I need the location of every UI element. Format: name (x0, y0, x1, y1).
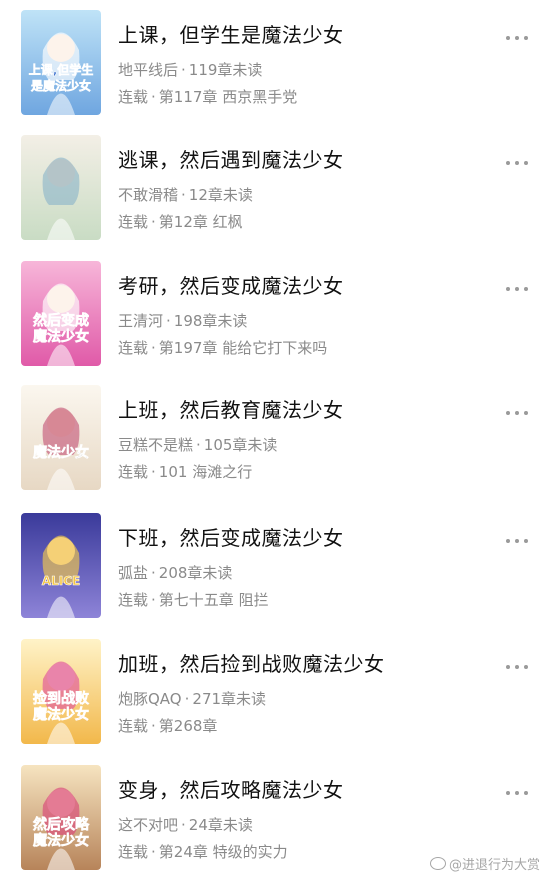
book-status-line: 连载 · 101 海滩之行 (118, 462, 252, 482)
book-meta: 豆糕不是糕 · 105章未读 (118, 435, 277, 455)
book-list-item[interactable]: 然后攻略 魔法少女 变身，然后攻略魔法少女 这不对吧 · 24章未读 连载 · 第24章 特级… (0, 765, 550, 893)
book-meta: 弧盐 · 208章未读 (118, 563, 232, 583)
more-options-icon[interactable] (502, 281, 534, 297)
book-cover[interactable]: 然后变成 魔法少女 (21, 261, 101, 366)
separator-dot: · (181, 186, 186, 204)
svg-text:魔法少女: 魔法少女 (33, 832, 89, 849)
svg-text:魔法少女: 魔法少女 (33, 444, 89, 461)
serial-status: 连载 (118, 717, 149, 735)
book-title[interactable]: 考研，然后变成魔法少女 (118, 273, 344, 299)
book-list-item[interactable]: 逃课，然后遇到魔法少女 不敢滑稽 · 12章未读 连载 · 第12章 红枫 (0, 135, 550, 263)
latest-chapter: 第117章 西京黑手党 (158, 88, 298, 106)
book-title[interactable]: 变身，然后攻略魔法少女 (118, 777, 344, 803)
separator-dot: · (151, 564, 156, 582)
more-options-icon[interactable] (502, 659, 534, 675)
serial-status: 连载 (118, 88, 149, 106)
more-options-icon[interactable] (502, 30, 534, 46)
book-meta: 炮豚QAQ · 271章未读 (118, 689, 266, 709)
book-author: 豆糕不是糕 (118, 436, 194, 454)
latest-chapter: 第24章 特级的实力 (158, 843, 288, 861)
svg-text:捡到战败: 捡到战败 (33, 690, 90, 707)
separator-dot: · (184, 690, 190, 708)
latest-chapter: 第197章 能给它打下来吗 (158, 339, 328, 357)
book-status-line: 连载 · 第268章 (118, 716, 217, 736)
serial-status: 连载 (118, 843, 149, 861)
book-cover[interactable]: 上课,但学生 是魔法少女 (21, 10, 101, 115)
svg-text:ALICE: ALICE (42, 574, 80, 588)
book-list-item[interactable]: 魔法少女 上班，然后教育魔法少女 豆糕不是糕 · 105章未读 连载 · 101 海滩之行 (0, 385, 550, 513)
weibo-icon (429, 857, 446, 870)
book-author: 炮豚QAQ (118, 690, 182, 708)
serial-status: 连载 (118, 339, 149, 357)
book-author: 这不对吧 (118, 816, 179, 834)
book-author: 弧盐 (118, 564, 149, 582)
unread-count: 12章未读 (188, 186, 253, 204)
book-list-item[interactable]: 上课,但学生 是魔法少女 上课，但学生是魔法少女 地平线后 · 119章未读 连载 · 第11… (0, 10, 550, 138)
unread-count: 198章未读 (173, 312, 248, 330)
serial-status: 连载 (118, 591, 149, 609)
separator-dot: · (151, 591, 156, 609)
more-options-icon[interactable] (502, 405, 534, 421)
svg-text:上课,但学生: 上课,但学生 (29, 62, 94, 77)
separator-dot: · (151, 213, 156, 231)
book-status-line: 连载 · 第24章 特级的实力 (118, 842, 288, 862)
book-status-line: 连载 · 第七十五章 阻拦 (118, 590, 269, 610)
book-status-line: 连载 · 第12章 红枫 (118, 212, 243, 232)
watermark: @进退行为大赏 (429, 854, 540, 873)
unread-count: 208章未读 (158, 564, 233, 582)
unread-count: 105章未读 (203, 436, 278, 454)
separator-dot: · (166, 312, 171, 330)
book-title[interactable]: 加班，然后捡到战败魔法少女 (118, 651, 385, 677)
book-meta: 不敢滑稽 · 12章未读 (118, 185, 253, 205)
book-cover[interactable]: 捡到战败 魔法少女 (21, 639, 101, 744)
book-cover[interactable]: 魔法少女 (21, 385, 101, 490)
book-cover[interactable]: 然后攻略 魔法少女 (21, 765, 101, 870)
separator-dot: · (151, 339, 156, 357)
latest-chapter: 第12章 红枫 (158, 213, 243, 231)
book-cover[interactable] (21, 135, 101, 240)
book-author: 不敢滑稽 (118, 186, 179, 204)
book-status-line: 连载 · 第117章 西京黑手党 (118, 87, 297, 107)
book-meta: 王清河 · 198章未读 (118, 311, 247, 331)
book-list-item[interactable]: 捡到战败 魔法少女 加班，然后捡到战败魔法少女 炮豚QAQ · 271章未读 连载 · 第26… (0, 639, 550, 767)
separator-dot: · (151, 463, 156, 481)
latest-chapter: 第268章 (158, 717, 218, 735)
book-cover[interactable]: ALICE (21, 513, 101, 618)
watermark-text: @进退行为大赏 (448, 858, 540, 873)
separator-dot: · (196, 436, 201, 454)
more-options-icon[interactable] (502, 155, 534, 171)
book-title[interactable]: 上班，然后教育魔法少女 (118, 397, 344, 423)
book-author: 地平线后 (118, 61, 179, 79)
book-title[interactable]: 逃课，然后遇到魔法少女 (118, 147, 344, 173)
unread-count: 271章未读 (192, 690, 267, 708)
latest-chapter: 101 海滩之行 (158, 463, 253, 481)
book-list-item[interactable]: ALICE 下班，然后变成魔法少女 弧盐 · 208章未读 连载 · 第七十五章 阻拦 (0, 513, 550, 641)
unread-count: 119章未读 (188, 61, 263, 79)
separator-dot: · (151, 88, 156, 106)
book-meta: 这不对吧 · 24章未读 (118, 815, 253, 835)
book-author: 王清河 (118, 312, 164, 330)
book-list-item[interactable]: 然后变成 魔法少女 考研，然后变成魔法少女 王清河 · 198章未读 连载 · 第197章 能… (0, 261, 550, 389)
svg-text:然后攻略: 然后攻略 (33, 816, 90, 833)
separator-dot: · (181, 61, 186, 79)
more-options-icon[interactable] (502, 533, 534, 549)
more-options-icon[interactable] (502, 785, 534, 801)
book-meta: 地平线后 · 119章未读 (118, 60, 262, 80)
separator-dot: · (151, 843, 156, 861)
latest-chapter: 第七十五章 阻拦 (158, 591, 269, 609)
svg-text:魔法少女: 魔法少女 (33, 706, 89, 723)
separator-dot: · (151, 717, 156, 735)
serial-status: 连载 (118, 213, 149, 231)
book-title[interactable]: 下班，然后变成魔法少女 (118, 525, 344, 551)
book-title[interactable]: 上课，但学生是魔法少女 (118, 22, 344, 48)
serial-status: 连载 (118, 463, 149, 481)
book-status-line: 连载 · 第197章 能给它打下来吗 (118, 338, 327, 358)
unread-count: 24章未读 (188, 816, 253, 834)
separator-dot: · (181, 816, 186, 834)
svg-text:然后变成: 然后变成 (33, 312, 89, 329)
svg-text:魔法少女: 魔法少女 (33, 328, 89, 345)
svg-text:是魔法少女: 是魔法少女 (30, 78, 91, 93)
